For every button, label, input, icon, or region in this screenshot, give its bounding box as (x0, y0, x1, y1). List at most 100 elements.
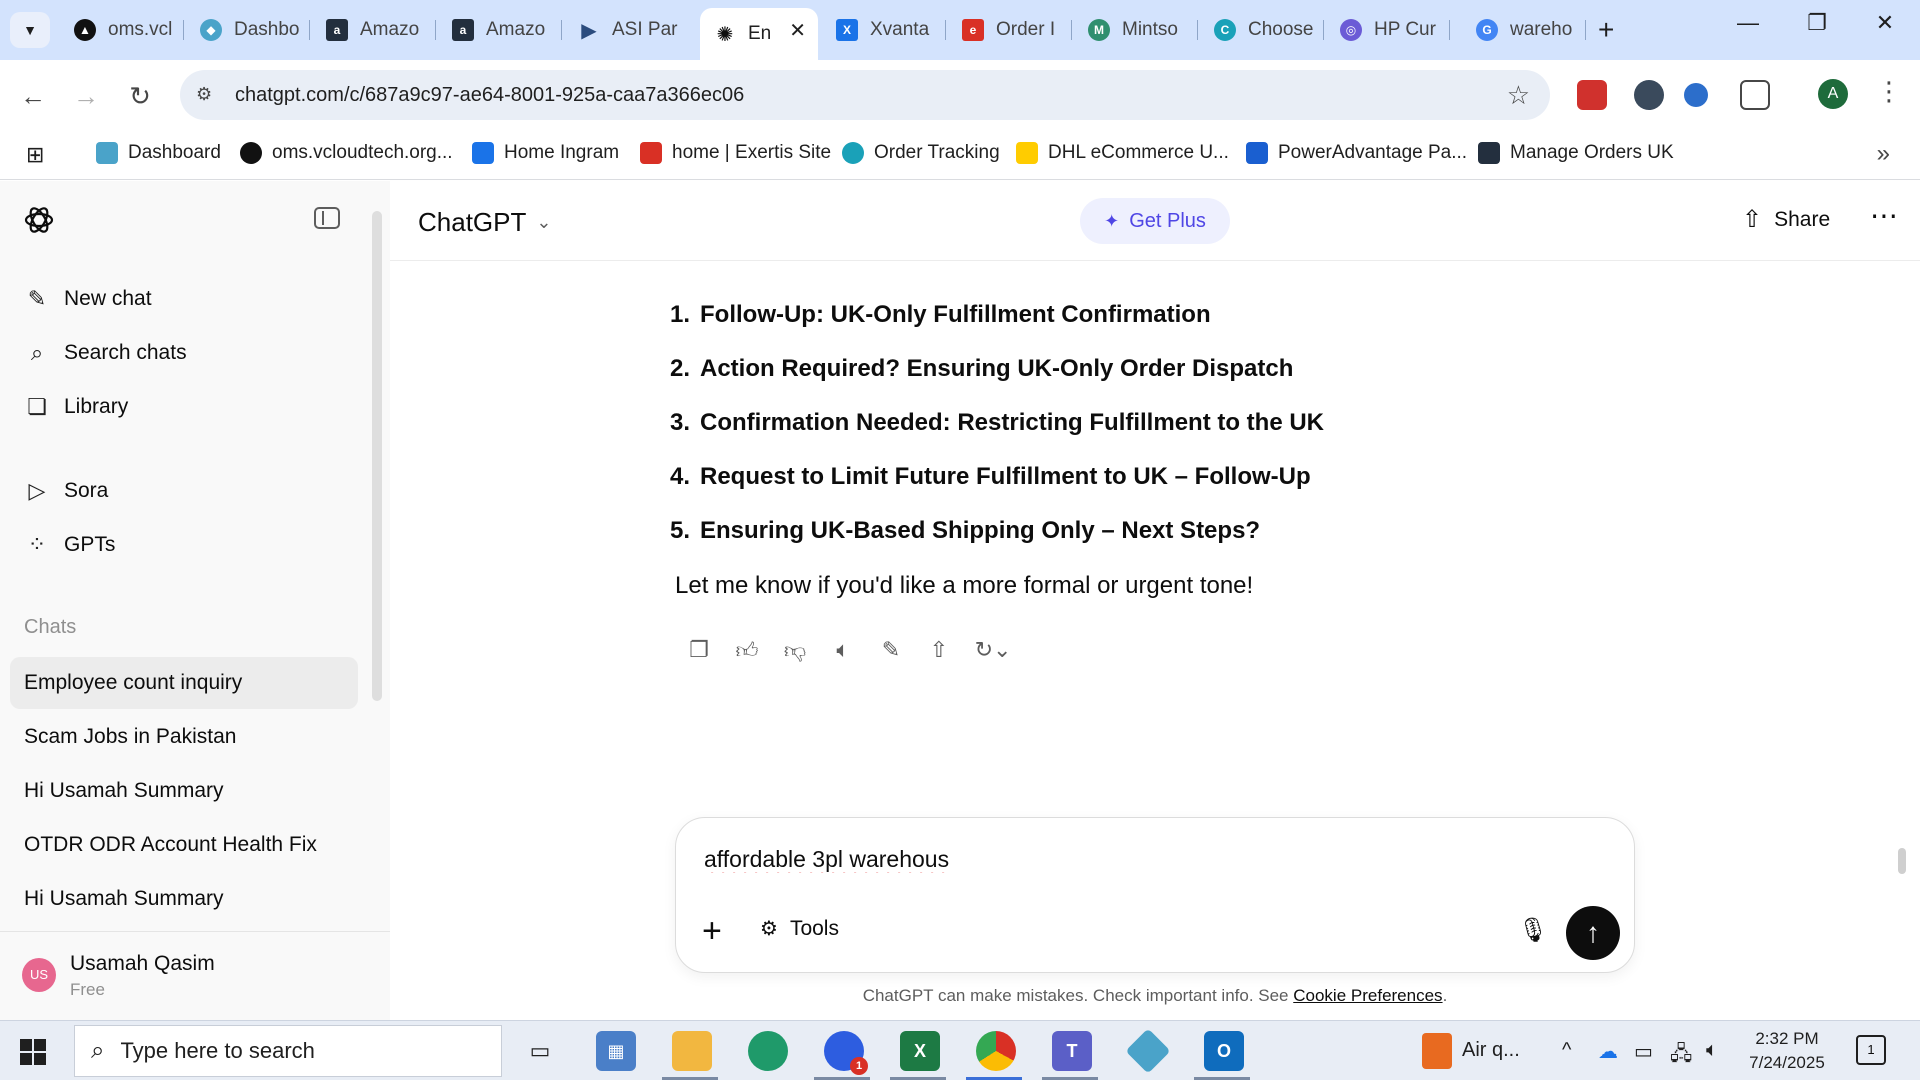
browser-tab[interactable]: G wareho (1462, 8, 1586, 52)
windows-start-icon[interactable] (20, 1039, 46, 1065)
network-icon[interactable]: 🖧︎ (1670, 1039, 1692, 1073)
main-scrollbar[interactable] (1898, 848, 1906, 874)
tab-title: Mintso (1122, 19, 1178, 40)
bookmark-item[interactable]: DHL eCommerce U... (1016, 142, 1229, 164)
chat-history-item[interactable]: Scam Jobs in Pakistan (10, 711, 358, 763)
gpts-button[interactable]: ⁘ GPTs (24, 532, 116, 558)
chat-history-item-active[interactable]: Employee count inquiry (10, 657, 358, 709)
thumbs-up-icon[interactable]: 👍︎ (723, 632, 771, 668)
close-icon[interactable]: ✕ (789, 18, 806, 43)
bookmark-item[interactable]: PowerAdvantage Pa... (1246, 142, 1467, 164)
calculator-icon[interactable]: ▦ (596, 1031, 636, 1071)
sora-button[interactable]: ▷ Sora (24, 478, 109, 504)
toggle-sidebar-icon[interactable] (314, 207, 340, 229)
regenerate-icon[interactable]: ↻⌄ (963, 632, 1023, 668)
browser-tab[interactable]: ▲ oms.vcl (60, 8, 184, 52)
extension-icon[interactable] (1684, 83, 1708, 107)
bookmark-favicon-icon (640, 142, 662, 164)
chrome-icon[interactable] (976, 1031, 1016, 1071)
file-explorer-icon[interactable] (672, 1031, 712, 1071)
more-options-icon[interactable]: ⋯ (1870, 199, 1900, 232)
copy-icon[interactable]: ❐ (675, 632, 723, 668)
app-diamond-icon[interactable] (1125, 1028, 1171, 1074)
sidebar-scrollbar[interactable] (372, 211, 382, 701)
window-close-icon[interactable]: ✕ (1865, 10, 1905, 36)
browser-tab[interactable]: ◎ HP Cur (1326, 8, 1450, 52)
share-upload-icon[interactable]: ⇧ (915, 632, 963, 668)
bookmark-star-icon[interactable]: ☆ (1507, 80, 1530, 111)
volume-icon[interactable]: 🔈︎ (1706, 1039, 1718, 1062)
account-menu[interactable]: US Usamah Qasim Free (0, 931, 390, 1021)
share-button[interactable]: ⇧ Share (1742, 205, 1830, 234)
assistant-closing-text: Let me know if you'd like a more formal … (675, 572, 1254, 599)
bookmark-item[interactable]: home | Exertis Site (640, 142, 831, 164)
address-bar[interactable]: ⚙ chatgpt.com/c/687a9c97-ae64-8001-925a-… (180, 70, 1550, 120)
bookmarks-overflow-icon[interactable]: » (1877, 140, 1890, 168)
edge-browser-icon[interactable] (748, 1031, 788, 1071)
browser-tab-active[interactable]: ✺ En ✕ (700, 8, 818, 60)
apps-grid-icon[interactable]: ⊞ (26, 142, 44, 168)
chat-history-item[interactable]: Hi Usamah Summary (10, 873, 358, 925)
tab-favicon-icon: M (1088, 19, 1110, 41)
chat-history-item[interactable]: Hi Usamah Summary (10, 765, 358, 817)
send-button[interactable]: ↑ (1566, 906, 1620, 960)
browser-tab[interactable]: X Xvanta (822, 8, 946, 52)
bookmark-item[interactable]: oms.vcloudtech.org... (240, 142, 453, 164)
browser-tab[interactable]: a Amazo (438, 8, 562, 52)
battery-icon[interactable]: ▭ (1634, 1039, 1653, 1064)
browser-menu-icon[interactable]: ⋮ (1876, 76, 1902, 107)
system-clock[interactable]: 2:32 PM 7/24/2025 (1742, 1027, 1832, 1075)
restore-icon[interactable]: ❐ (1797, 10, 1837, 36)
tools-button[interactable]: ⚙ Tools (760, 916, 839, 941)
browser-tab[interactable]: C Choose (1200, 8, 1324, 52)
notification-center-icon[interactable]: 1 (1856, 1035, 1886, 1065)
onedrive-cloud-icon[interactable]: ☁ (1598, 1039, 1618, 1064)
model-selector[interactable]: ChatGPT ⌄ (418, 207, 551, 238)
back-arrow-icon[interactable]: ← (15, 78, 51, 114)
chat-history-item[interactable]: OTDR ODR Account Health Fix (10, 819, 358, 871)
show-hidden-icons-icon[interactable]: ^ (1562, 1039, 1571, 1062)
task-view-icon[interactable]: ▭ (520, 1031, 560, 1071)
browser-tab[interactable]: a Amazo (312, 8, 436, 52)
site-settings-icon[interactable]: ⚙ (196, 84, 218, 106)
new-chat-button[interactable]: ✎ New chat (24, 286, 152, 312)
outlook-icon[interactable]: O (1204, 1031, 1244, 1071)
weather-label[interactable]: Air q... (1462, 1039, 1520, 1062)
reload-icon[interactable]: ↻ (122, 78, 158, 114)
url-text[interactable]: chatgpt.com/c/687a9c97-ae64-8001-925a-ca… (235, 84, 744, 107)
bookmark-item[interactable]: Order Tracking (842, 142, 1000, 164)
weather-icon[interactable] (1422, 1033, 1452, 1069)
new-tab-button[interactable]: + (1598, 14, 1614, 46)
taskbar-search[interactable]: ⌕ Type here to search (74, 1025, 502, 1077)
search-chats-button[interactable]: ⌕ Search chats (24, 340, 187, 366)
microphone-icon[interactable]: 🎙︎ (1518, 916, 1548, 945)
puzzle-extensions-icon[interactable] (1740, 80, 1770, 110)
browser-tab[interactable]: M Mintso (1074, 8, 1198, 52)
forward-arrow-icon[interactable]: → (68, 78, 104, 114)
minimize-icon[interactable]: — (1728, 10, 1768, 36)
pdf-extension-icon[interactable] (1577, 80, 1607, 110)
get-plus-button[interactable]: ✦ Get Plus (1080, 198, 1230, 244)
bookmark-item[interactable]: Home Ingram (472, 142, 619, 164)
excel-icon[interactable]: X (900, 1031, 940, 1071)
read-aloud-icon[interactable]: 🔈︎ (819, 632, 867, 668)
library-button[interactable]: ❏ Library (24, 394, 128, 420)
vpn-uk-extension-icon[interactable] (1634, 80, 1664, 110)
bookmark-favicon-icon (1478, 142, 1500, 164)
add-attachment-icon[interactable]: + (702, 914, 722, 948)
browser-tab[interactable]: ◆ Dashbo (186, 8, 310, 52)
tab-search-button[interactable]: ▼ (10, 12, 50, 48)
list-item: 1. Follow-Up: UK-Only Fulfillment Confirm… (669, 301, 1211, 328)
zoom-app-icon[interactable]: 1 (824, 1031, 868, 1075)
bookmark-item[interactable]: Manage Orders UK (1478, 142, 1674, 164)
browser-tab[interactable]: e Order I (948, 8, 1072, 52)
browser-tab[interactable]: ▶ ASI Par (564, 8, 698, 52)
edit-pencil-icon[interactable]: ✎ (867, 632, 915, 668)
chatgpt-logo-icon[interactable] (22, 203, 56, 237)
teams-icon[interactable]: T (1052, 1031, 1092, 1071)
prompt-input[interactable] (704, 846, 1584, 873)
cookie-preferences-link[interactable]: Cookie Preferences (1293, 986, 1442, 1005)
bookmark-item[interactable]: Dashboard (96, 142, 221, 164)
profile-avatar[interactable]: A (1818, 79, 1848, 109)
thumbs-down-icon[interactable]: 👎︎ (771, 632, 819, 668)
